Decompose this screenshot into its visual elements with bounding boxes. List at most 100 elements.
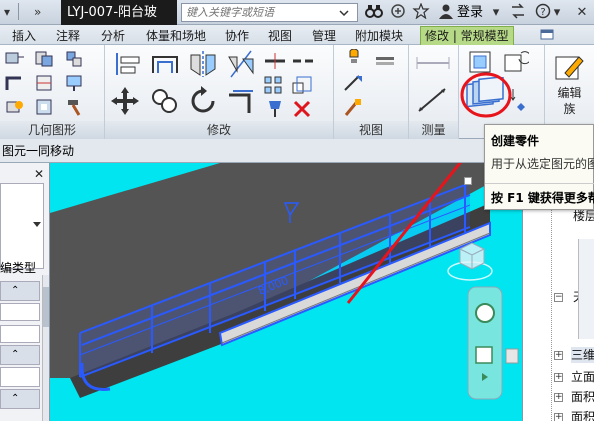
collapse-icon[interactable]: ⌃ (11, 349, 19, 360)
search-input[interactable] (182, 4, 337, 21)
property-row[interactable] (0, 325, 40, 343)
paint-brush-icon[interactable] (342, 97, 366, 117)
split-with-gap-icon[interactable] (291, 51, 315, 71)
cope-icon[interactable] (4, 49, 26, 69)
browser-item-floor[interactable]: 楼层 (573, 208, 594, 224)
paint-icon[interactable] (64, 73, 86, 93)
edit-family-label-line2[interactable]: 族 (545, 101, 594, 117)
search-box[interactable] (181, 3, 358, 22)
hammer-icon[interactable] (64, 97, 86, 117)
help-dropdown-icon[interactable]: ▾ (552, 3, 562, 22)
tab-collaborate[interactable]: 协作 (225, 27, 249, 45)
hide-in-view-icon[interactable] (342, 49, 366, 69)
browser-item-3d[interactable]: 三维 (571, 347, 594, 363)
linework-icon[interactable] (342, 73, 366, 93)
subscription-center-icon[interactable] (389, 3, 407, 22)
quick-access-dropdown-icon[interactable]: ▾ (4, 3, 10, 22)
properties-group-header[interactable]: ⌃ (0, 345, 40, 365)
property-row[interactable] (0, 303, 40, 321)
tree-toggle-icon[interactable]: + (554, 393, 563, 402)
edit-family-icon[interactable] (553, 51, 585, 83)
aligned-dimension-icon[interactable] (415, 85, 451, 115)
remove-paint-icon[interactable] (34, 97, 56, 117)
tree-toggle-icon[interactable]: + (554, 373, 563, 382)
collapse-icon[interactable]: ⌃ (11, 285, 19, 296)
tab-manage[interactable]: 管理 (312, 27, 336, 45)
array-icon[interactable] (263, 75, 287, 95)
properties-group-header[interactable]: ⌃ (0, 389, 40, 409)
tab-view[interactable]: 视图 (268, 27, 292, 45)
property-row[interactable] (0, 367, 40, 387)
selection-grip[interactable] (464, 177, 472, 185)
split-element-icon[interactable] (263, 51, 287, 71)
mirror-draw-axis-icon[interactable] (225, 49, 257, 79)
cut-geometry-icon[interactable] (34, 49, 56, 69)
tree-toggle-icon[interactable]: + (554, 413, 563, 421)
copy-icon[interactable] (149, 85, 181, 117)
type-selector-dropdown-icon[interactable] (33, 220, 41, 228)
canvas-scrollbar-thumb[interactable] (505, 348, 519, 364)
login-button[interactable]: 登录 (457, 3, 483, 22)
tooltip-title: 创建零件 (491, 134, 540, 148)
mirror-pick-axis-icon[interactable] (187, 49, 219, 79)
join-geometry-icon[interactable] (64, 49, 86, 69)
login-dropdown-icon[interactable]: ▾ (490, 3, 502, 22)
delete-icon[interactable] (291, 99, 315, 119)
model-view[interactable]: 8,000 (50, 163, 522, 421)
edit-family-label-line1[interactable]: 编辑 (545, 85, 594, 101)
title-bar: ▾ » LYJ-007-阳台玻 登录 ▾ ? ▾ ✕ (0, 0, 594, 25)
browser-item-elevation[interactable]: 立面 (571, 369, 594, 385)
panel-label-geometry: 几何图形 (0, 121, 104, 139)
properties-scrollbar[interactable] (42, 275, 49, 421)
user-icon[interactable] (438, 3, 454, 22)
browser-item-area[interactable]: 面积 (571, 409, 594, 421)
window-close-icon[interactable]: ✕ (574, 3, 590, 22)
tab-annotate[interactable]: 注释 (56, 27, 80, 45)
tab-analyze[interactable]: 分析 (101, 27, 125, 45)
properties-panel: ✕ 编类型 ⌃ ⌃ ⌃ (0, 163, 50, 421)
tree-toggle-icon[interactable]: − (554, 293, 563, 302)
offset-icon[interactable] (149, 49, 181, 79)
split-face-icon[interactable] (34, 73, 56, 93)
tree-toggle-icon[interactable]: + (554, 351, 563, 360)
tab-massing-site[interactable]: 体量和场地 (146, 27, 206, 45)
zoom-icon[interactable] (475, 346, 493, 364)
scrollbar-thumb[interactable] (43, 287, 49, 327)
scale-icon[interactable] (291, 75, 315, 95)
star-icon[interactable] (412, 2, 430, 22)
align-icon[interactable] (111, 49, 143, 79)
overflow-icon[interactable]: » (34, 3, 41, 22)
pin-icon[interactable] (263, 99, 287, 119)
tab-addins[interactable]: 附加模块 (355, 27, 403, 45)
ribbon-minimize-icon[interactable] (540, 27, 554, 45)
wall-joins-icon[interactable] (4, 73, 26, 93)
demolish-icon[interactable] (4, 97, 26, 117)
measure-distance-icon[interactable] (415, 53, 451, 75)
collapse-icon[interactable]: ⌃ (11, 393, 19, 404)
panel-label-measure: 测量 (409, 121, 458, 139)
browser-item-area[interactable]: 面积 (571, 389, 594, 405)
search-dropdown-icon[interactable] (337, 6, 351, 20)
close-icon[interactable]: ✕ (32, 167, 46, 181)
edit-type-label[interactable]: 编类型 (0, 259, 36, 276)
rotate-icon[interactable] (187, 85, 219, 117)
navigation-bar[interactable] (467, 286, 503, 400)
steering-wheel-icon[interactable] (475, 303, 495, 323)
tooltip-footer: 按 F1 键获得更多帮 (485, 183, 594, 206)
override-graphics-icon[interactable] (374, 49, 398, 69)
help-icon[interactable]: ? (534, 3, 552, 22)
browser-scrollbar[interactable] (578, 239, 594, 339)
options-bar-text[interactable]: 图元一同移动 (2, 144, 74, 158)
type-selector[interactable] (0, 183, 44, 269)
panel-geometry: 几何图形 (0, 45, 105, 139)
move-icon[interactable] (109, 85, 141, 117)
tab-insert[interactable]: 插入 (12, 27, 36, 45)
exchange-apps-icon[interactable] (509, 3, 527, 22)
binoculars-icon[interactable] (365, 3, 383, 22)
properties-group-header[interactable]: ⌃ (0, 281, 40, 301)
trim-extend-corner-icon[interactable] (225, 85, 257, 117)
drawing-canvas[interactable]: 8,000 (50, 163, 522, 421)
document-title: LYJ-007-阳台玻 (61, 0, 177, 25)
tab-modify-generic-model[interactable]: 修改 | 常规模型 (420, 26, 514, 45)
panel-modify: 修改 (105, 45, 334, 139)
